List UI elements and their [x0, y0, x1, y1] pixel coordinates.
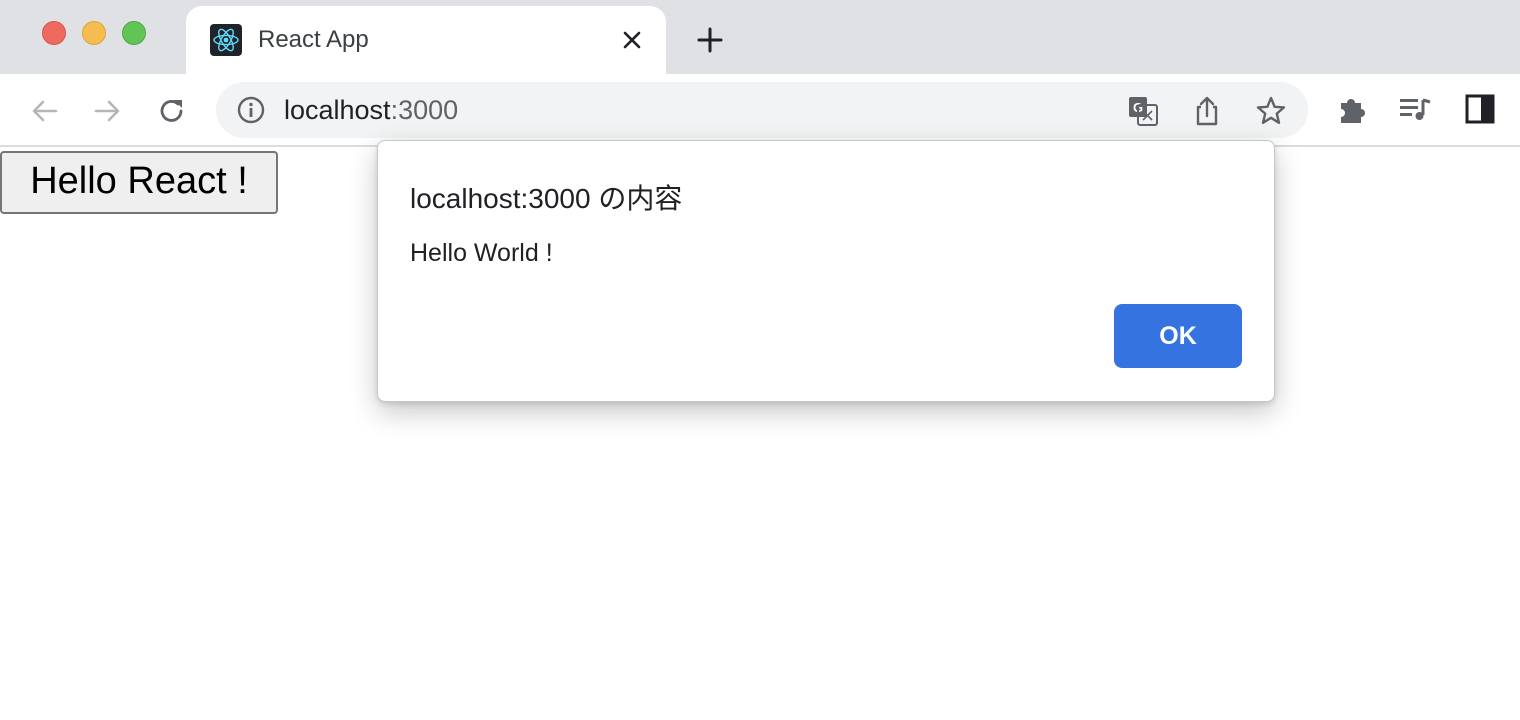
back-button[interactable]: [28, 94, 62, 128]
plus-icon: [697, 27, 723, 53]
tab-strip: React App: [0, 0, 1520, 76]
tab-title: React App: [258, 26, 369, 53]
reload-button[interactable]: [155, 94, 189, 128]
site-info-icon[interactable]: [236, 95, 266, 125]
url-text[interactable]: localhost:3000: [284, 95, 458, 126]
forward-button[interactable]: [90, 94, 124, 128]
tab-react-app[interactable]: React App: [186, 6, 666, 76]
ok-button[interactable]: OK: [1114, 304, 1242, 368]
translate-icon[interactable]: G: [1126, 94, 1160, 128]
bookmark-star-icon[interactable]: [1254, 94, 1288, 128]
extensions-icon[interactable]: [1335, 92, 1369, 126]
dialog-title: localhost:3000 の内容: [410, 183, 683, 214]
back-icon: [32, 100, 58, 122]
reload-icon: [160, 100, 183, 122]
window-zoom-button[interactable]: [122, 21, 146, 45]
dialog-message: Hello World !: [410, 239, 553, 267]
share-icon[interactable]: [1190, 94, 1224, 128]
window-close-button[interactable]: [42, 21, 66, 45]
side-panel-icon[interactable]: [1463, 92, 1497, 126]
url-host: localhost: [284, 95, 391, 125]
address-bar[interactable]: localhost:3000 G: [216, 82, 1308, 138]
alert-dialog: localhost:3000 の内容 Hello World ! OK: [377, 140, 1275, 402]
hello-react-button[interactable]: Hello React !: [0, 151, 278, 214]
browser-toolbar: localhost:3000 G: [0, 74, 1520, 147]
window-minimize-button[interactable]: [82, 21, 106, 45]
url-port: :3000: [390, 95, 459, 125]
close-icon[interactable]: [618, 26, 646, 54]
react-logo-icon: [210, 24, 242, 56]
forward-icon: [94, 100, 120, 122]
new-tab-button[interactable]: [694, 24, 726, 56]
media-control-icon[interactable]: [1398, 92, 1432, 126]
